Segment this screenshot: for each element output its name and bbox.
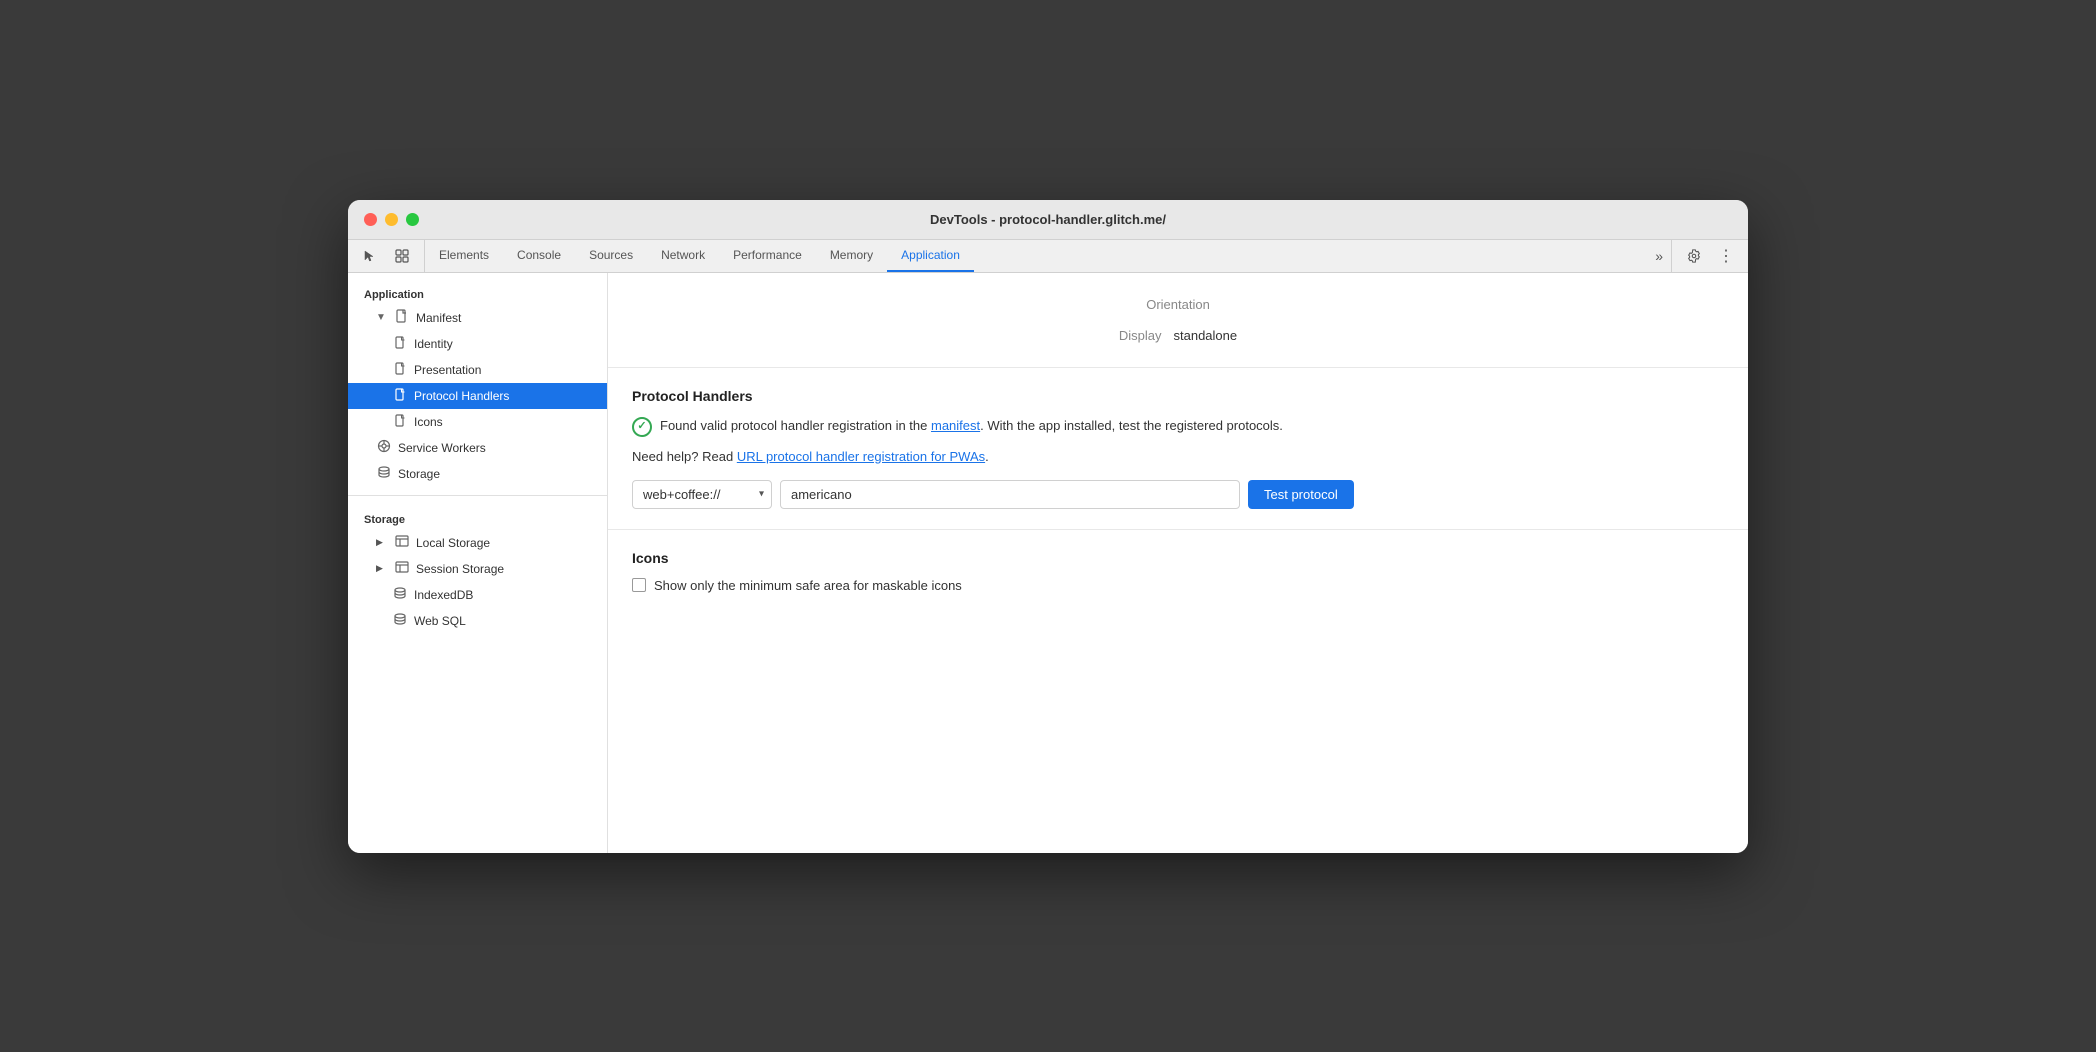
toolbar: Elements Console Sources Network Perform… <box>348 240 1748 273</box>
minimize-button[interactable] <box>385 213 398 226</box>
help-row: Need help? Read URL protocol handler reg… <box>632 449 1724 464</box>
sidebar-application-label: Application <box>348 281 607 305</box>
devtools-window: DevTools - protocol-handler.glitch.me/ E… <box>348 200 1748 853</box>
sidebar-local-storage-label: Local Storage <box>416 536 490 550</box>
protocol-message: ✓ Found valid protocol handler registrat… <box>632 416 1724 437</box>
settings-icon[interactable] <box>1680 242 1708 270</box>
manifest-file-icon <box>394 309 410 326</box>
titlebar: DevTools - protocol-handler.glitch.me/ <box>348 200 1748 240</box>
sidebar-divider <box>348 495 607 496</box>
session-storage-icon <box>394 561 410 576</box>
local-storage-arrow-icon: ▶ <box>376 537 388 548</box>
check-message-suffix: . With the app installed, test the regis… <box>980 418 1283 433</box>
sidebar: Application ▼ Manifest <box>348 273 608 853</box>
maskable-icons-checkbox[interactable] <box>632 578 646 592</box>
presentation-file-icon <box>392 362 408 378</box>
protocol-select[interactable]: web+coffee:// <box>632 480 772 509</box>
tab-network[interactable]: Network <box>647 240 719 272</box>
help-link[interactable]: URL protocol handler registration for PW… <box>737 449 985 464</box>
storage-icon <box>376 465 392 482</box>
sidebar-identity-label: Identity <box>414 337 453 351</box>
sidebar-item-web-sql[interactable]: Web SQL <box>348 608 607 634</box>
session-storage-arrow-icon: ▶ <box>376 563 388 574</box>
display-key: Display <box>1119 328 1162 343</box>
manifest-link[interactable]: manifest <box>931 418 980 433</box>
protocol-input-row: web+coffee:// ▾ Test protocol <box>632 480 1724 509</box>
sidebar-item-storage[interactable]: Storage <box>348 461 607 487</box>
icons-title: Icons <box>632 550 1724 566</box>
test-protocol-button[interactable]: Test protocol <box>1248 480 1354 509</box>
sidebar-web-sql-label: Web SQL <box>414 614 466 628</box>
check-message-prefix: Found valid protocol handler registratio… <box>660 418 931 433</box>
maximize-button[interactable] <box>406 213 419 226</box>
sidebar-item-local-storage[interactable]: ▶ Local Storage <box>348 530 607 556</box>
protocol-select-wrapper: web+coffee:// ▾ <box>632 480 772 509</box>
sidebar-icons-label: Icons <box>414 415 443 429</box>
window-controls <box>364 213 419 226</box>
sidebar-item-indexeddb[interactable]: IndexedDB <box>348 582 607 608</box>
sidebar-item-icons[interactable]: Icons <box>348 409 607 435</box>
indexeddb-icon <box>392 586 408 603</box>
maskable-icons-label: Show only the minimum safe area for mask… <box>654 578 962 593</box>
tab-application[interactable]: Application <box>887 240 974 272</box>
window-title: DevTools - protocol-handler.glitch.me/ <box>930 212 1166 227</box>
protocol-file-icon <box>392 388 408 404</box>
orientation-row: Orientation <box>632 289 1724 328</box>
tab-elements[interactable]: Elements <box>425 240 503 272</box>
help-suffix: . <box>985 449 989 464</box>
close-button[interactable] <box>364 213 377 226</box>
sidebar-item-service-workers[interactable]: Service Workers <box>348 435 607 461</box>
toolbar-actions: ⋮ <box>1671 240 1748 272</box>
content-area: Orientation Display standalone Protocol … <box>608 273 1748 853</box>
main-area: Application ▼ Manifest <box>348 273 1748 853</box>
maskable-icons-row: Show only the minimum safe area for mask… <box>632 578 1724 593</box>
sidebar-service-workers-label: Service Workers <box>398 441 486 455</box>
help-prefix: Need help? Read <box>632 449 737 464</box>
inspect-icon[interactable] <box>388 242 416 270</box>
sidebar-indexeddb-label: IndexedDB <box>414 588 473 602</box>
service-workers-icon <box>376 439 392 456</box>
storage-group-label: Storage <box>348 504 607 530</box>
sidebar-storage-label: Storage <box>398 467 440 481</box>
web-sql-icon <box>392 612 408 629</box>
display-section: Orientation Display standalone <box>608 273 1748 368</box>
sidebar-item-session-storage[interactable]: ▶ Session Storage <box>348 556 607 582</box>
tab-performance[interactable]: Performance <box>719 240 816 272</box>
sidebar-item-identity[interactable]: Identity <box>348 331 607 357</box>
display-value: standalone <box>1174 328 1238 343</box>
display-row: Display standalone <box>632 328 1724 351</box>
protocol-handlers-section: Protocol Handlers ✓ Found valid protocol… <box>608 368 1748 530</box>
more-options-icon[interactable]: ⋮ <box>1712 242 1740 270</box>
sidebar-item-presentation[interactable]: Presentation <box>348 357 607 383</box>
sidebar-session-storage-label: Session Storage <box>416 562 504 576</box>
protocol-handlers-title: Protocol Handlers <box>632 388 1724 404</box>
manifest-arrow-icon: ▼ <box>376 312 388 323</box>
icons-file-icon <box>392 414 408 430</box>
sidebar-presentation-label: Presentation <box>414 363 481 377</box>
check-icon: ✓ <box>632 417 652 437</box>
orientation-label: Orientation <box>1146 297 1210 312</box>
sidebar-protocol-handlers-label: Protocol Handlers <box>414 389 509 403</box>
icons-section: Icons Show only the minimum safe area fo… <box>608 530 1748 613</box>
cursor-icon[interactable] <box>356 242 384 270</box>
tab-sources[interactable]: Sources <box>575 240 647 272</box>
tabs: Elements Console Sources Network Perform… <box>425 240 1647 272</box>
protocol-text-input[interactable] <box>780 480 1240 509</box>
sidebar-manifest-label: Manifest <box>416 311 461 325</box>
more-tabs-button[interactable]: » <box>1647 240 1671 272</box>
protocol-message-text: Found valid protocol handler registratio… <box>660 416 1283 436</box>
sidebar-item-manifest[interactable]: ▼ Manifest <box>348 305 607 331</box>
tab-console[interactable]: Console <box>503 240 575 272</box>
tab-memory[interactable]: Memory <box>816 240 887 272</box>
identity-file-icon <box>392 336 408 352</box>
local-storage-icon <box>394 535 410 550</box>
sidebar-item-protocol-handlers[interactable]: Protocol Handlers <box>348 383 607 409</box>
toolbar-icons <box>348 240 425 272</box>
